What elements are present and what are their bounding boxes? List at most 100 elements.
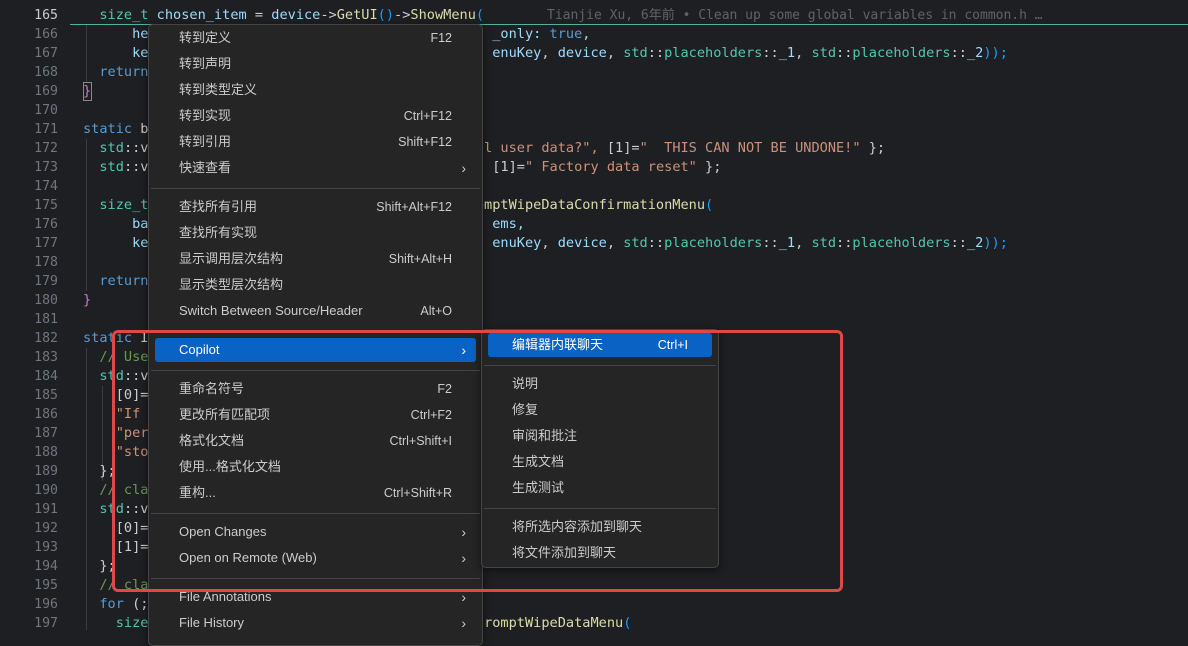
line-number: 195 [34, 578, 58, 593]
menu-item-shortcut: Ctrl+F12 [403, 109, 452, 123]
context-menu-item[interactable]: 显示类型层次结构 [155, 273, 476, 297]
line-number: 184 [34, 369, 58, 384]
copilot-menu-item[interactable]: 将所选内容添加到聊天 [488, 515, 712, 539]
line-number: 194 [34, 559, 58, 574]
line-number: 181 [34, 312, 58, 327]
code-token: _1 [778, 235, 796, 251]
code-token: static [83, 330, 133, 346]
menu-item-label: 使用...格式化文档 [179, 459, 281, 474]
line-number: 187 [34, 426, 58, 441]
menu-item-label: 显示类型层次结构 [179, 277, 284, 292]
code-token: size_t [99, 197, 149, 213]
copilot-menu-item[interactable]: 将文件添加到聊天 [488, 541, 712, 565]
code-text: "sto [83, 443, 149, 462]
context-menu-item[interactable]: 显示调用层次结构 Shift+Alt+H [155, 247, 476, 271]
context-menu-item[interactable]: 快速查看 › [155, 156, 476, 180]
line-number: 183 [34, 350, 58, 365]
context-menu-item[interactable]: 更改所有匹配项 Ctrl+F2 [155, 403, 476, 427]
menu-item-label: 修复 [512, 402, 539, 417]
code-token: " THIS CAN NOT BE UNDONE!" [639, 140, 861, 156]
code-token: (; [123, 596, 149, 612]
line-number: 170 [34, 103, 58, 118]
code-text: } [83, 82, 91, 101]
code-token: [1]= [492, 159, 525, 175]
code-token: } [83, 292, 92, 308]
copilot-submenu: 编辑器内联聊天 Ctrl+I 说明修复审阅和批注 生成文档 生成测试将所选内容添加到聊天… [481, 329, 719, 568]
context-menu-item[interactable]: 查找所有实现 [155, 221, 476, 245]
code-token: [1]= [606, 140, 640, 156]
line-number: 174 [34, 179, 58, 194]
menu-separator [151, 578, 480, 579]
code-text: std::v [83, 367, 148, 386]
context-menu-item[interactable]: 格式化文档 Ctrl+Shift+I [155, 429, 476, 453]
code-token: ( [623, 615, 632, 631]
context-menu-item[interactable]: File History › [155, 611, 476, 635]
context-menu-item[interactable]: Open on Remote (Web) › [155, 546, 476, 570]
line-number: 186 [34, 407, 58, 422]
code-token: ::v [123, 501, 149, 517]
menu-item-label: 快速查看 [179, 160, 232, 175]
line-number: 165 [34, 8, 58, 23]
menu-item-label: Switch Between Source/Header [179, 303, 363, 318]
code-token: GetUI [336, 7, 378, 23]
code-token: }; [99, 558, 116, 574]
code-token: // cla [99, 482, 149, 498]
copilot-menu-item[interactable]: 说明 [488, 372, 712, 396]
code-token: -> [320, 7, 337, 23]
code-token: true [549, 26, 583, 42]
line-number: 179 [34, 274, 58, 289]
context-menu-item[interactable]: Open Changes › [155, 520, 476, 544]
code-token: // Use [99, 349, 149, 365]
context-menu-item[interactable]: 重命名符号 F2 [155, 377, 476, 401]
menu-item-shortcut: Ctrl+I [657, 338, 688, 352]
context-menu-item[interactable]: 使用...格式化文档 [155, 455, 476, 479]
copilot-menu-item[interactable]: 审阅和批注 [488, 424, 712, 448]
line-number: 191 [34, 502, 58, 517]
code-token: , [541, 45, 558, 61]
code-token: std [99, 140, 124, 156]
git-blame-annotation: Tianjie Xu, 6年前 • Clean up some global v… [547, 8, 1043, 23]
code-token: } [83, 83, 92, 99]
code-token: :: [762, 235, 779, 251]
code-text: // Use [83, 348, 148, 367]
line-number: 180 [34, 293, 58, 308]
context-menu-item[interactable]: Switch Between Source/Header Alt+O [155, 299, 476, 323]
menu-item-label: 转到引用 [179, 134, 232, 149]
line-number: 190 [34, 483, 58, 498]
copilot-menu-item[interactable]: 修复 [488, 398, 712, 422]
context-menu-item[interactable]: 转到实现 Ctrl+F12 [155, 104, 476, 128]
copilot-menu-item[interactable]: 生成测试 [488, 476, 712, 500]
context-menu-item[interactable]: Copilot › [155, 338, 476, 362]
context-menu-item[interactable]: 转到类型定义 [155, 78, 476, 102]
context-menu-item[interactable]: 转到定义 F12 [155, 26, 476, 50]
context-menu-item[interactable]: 转到引用 Shift+F12 [155, 130, 476, 154]
context-menu-item[interactable]: 转到声明 [155, 52, 476, 76]
copilot-menu-item[interactable]: 编辑器内联聊天 Ctrl+I [488, 333, 712, 357]
menu-item-label: Copilot [179, 342, 220, 357]
menu-item-label: 查找所有引用 [179, 199, 258, 214]
code-token: , [606, 45, 624, 61]
context-menu-item[interactable]: File Annotations › [155, 585, 476, 609]
copilot-menu-item[interactable]: 生成文档 [488, 450, 712, 474]
code-token: :: [836, 235, 853, 251]
code-token: "per [115, 425, 149, 441]
code-token: , [606, 235, 624, 251]
line-number: 171 [34, 122, 58, 137]
code-token: }; [99, 463, 116, 479]
code-text: "If [83, 405, 141, 424]
context-menu-item[interactable]: 查找所有引用 Shift+Alt+F12 [155, 195, 476, 219]
code-text: size_t chosen_item = device->GetUI()->Sh… [83, 6, 484, 25]
code-token: ( [475, 7, 485, 23]
context-menu-item[interactable]: 重构... Ctrl+Shift+R [155, 481, 476, 505]
line-number: 172 [34, 141, 58, 156]
